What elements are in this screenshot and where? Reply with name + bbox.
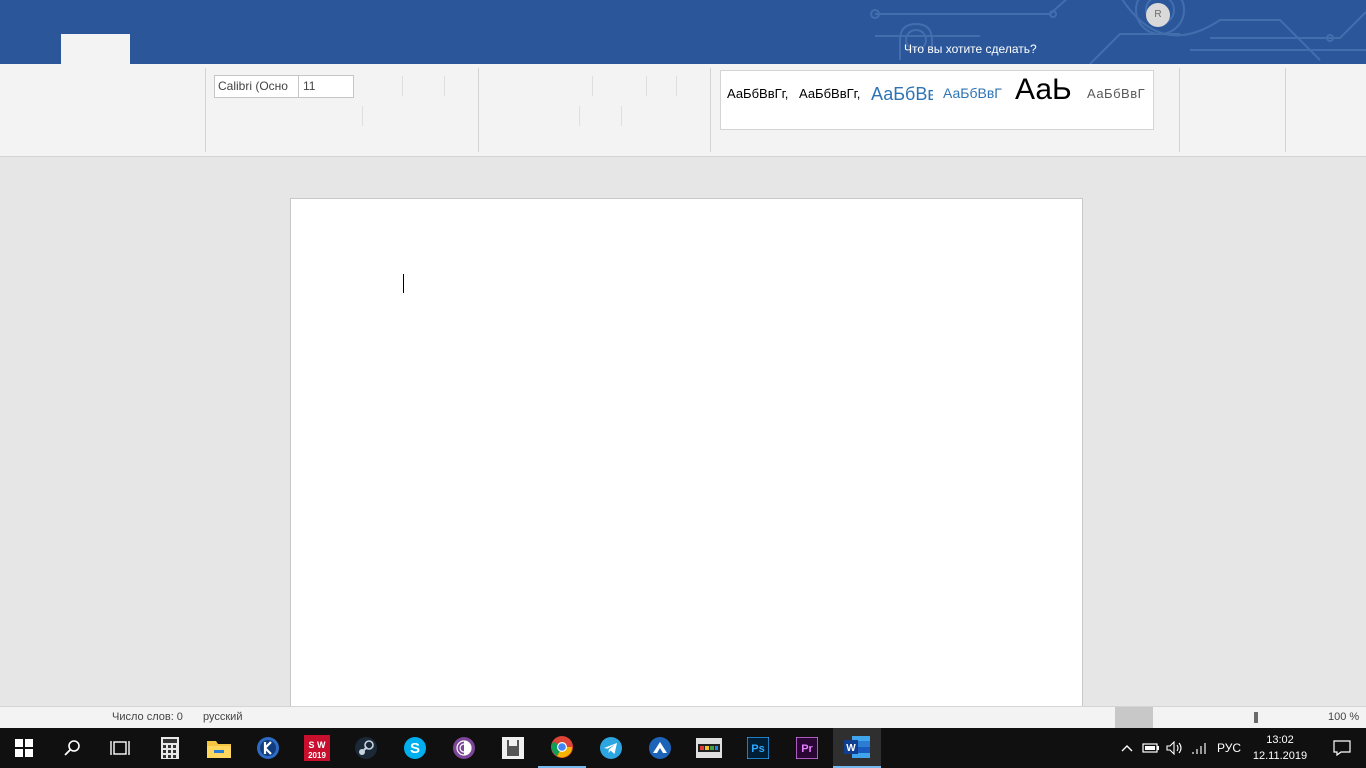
calculator-icon bbox=[161, 737, 179, 759]
taskbar-app-generic[interactable] bbox=[636, 728, 684, 768]
taskbar: S W 2019 S Ps Pr W РУС 13:02 12.11.2019 bbox=[0, 728, 1366, 768]
search-icon bbox=[64, 740, 80, 756]
taskbar-app-solidworks[interactable]: S W 2019 bbox=[293, 728, 341, 768]
kompas-icon bbox=[257, 737, 279, 759]
battery-charging-icon bbox=[1142, 743, 1159, 753]
style-title[interactable]: АаЬ bbox=[1015, 71, 1075, 129]
taskbar-app-dvd[interactable] bbox=[685, 728, 733, 768]
steam-icon bbox=[355, 737, 377, 759]
taskbar-app-photoshop[interactable]: Ps bbox=[734, 728, 782, 768]
dvd-icon bbox=[696, 738, 722, 758]
word-count[interactable]: Число слов: 0 bbox=[112, 711, 183, 723]
style-no-spacing[interactable]: АаБбВвГг, bbox=[799, 71, 865, 129]
ribbon-minor-separator bbox=[402, 76, 403, 96]
status-bar: Число слов: 0 русский 100 % bbox=[0, 706, 1366, 728]
battery-button[interactable] bbox=[1140, 728, 1162, 768]
ribbon-minor-separator bbox=[621, 106, 622, 126]
styles-gallery: АаБбВвГг, АаБбВвГг, АаБбВв АаБбВвГ АаЬ А… bbox=[720, 70, 1154, 130]
document-page[interactable] bbox=[290, 198, 1083, 708]
taskbar-app-notes[interactable] bbox=[489, 728, 537, 768]
notes-icon bbox=[502, 737, 524, 759]
title-bar: Что вы хотите сделать? R bbox=[0, 0, 1366, 64]
taskbar-app-telegram[interactable] bbox=[587, 728, 635, 768]
ribbon-minor-separator bbox=[579, 106, 580, 126]
word-icon: W bbox=[844, 736, 870, 758]
show-hidden-icons-button[interactable] bbox=[1116, 728, 1138, 768]
tor-icon bbox=[453, 737, 475, 759]
taskbar-app-kompas[interactable] bbox=[244, 728, 292, 768]
app-icon bbox=[649, 737, 671, 759]
task-view-icon bbox=[110, 741, 130, 755]
ribbon-minor-separator bbox=[362, 106, 363, 126]
start-button[interactable] bbox=[0, 728, 48, 768]
ribbon-group-separator bbox=[710, 68, 711, 152]
ribbon-minor-separator bbox=[592, 76, 593, 96]
user-avatar[interactable]: R bbox=[1146, 3, 1170, 27]
proofing-language[interactable]: русский bbox=[203, 711, 242, 723]
font-name-combobox[interactable]: Calibri (Осно bbox=[214, 75, 299, 98]
tell-me-search[interactable]: Что вы хотите сделать? bbox=[904, 41, 1037, 57]
file-explorer-icon bbox=[207, 741, 231, 758]
volume-button[interactable] bbox=[1164, 728, 1186, 768]
notification-icon bbox=[1333, 740, 1351, 756]
taskbar-app-steam[interactable] bbox=[342, 728, 390, 768]
taskbar-app-file-explorer[interactable] bbox=[195, 728, 243, 768]
premiere-icon: Pr bbox=[796, 737, 818, 759]
chevron-up-icon bbox=[1121, 745, 1133, 752]
network-button[interactable] bbox=[1188, 728, 1212, 768]
view-mode-button[interactable] bbox=[1115, 707, 1153, 728]
ribbon-minor-separator bbox=[676, 76, 677, 96]
taskbar-app-premiere[interactable]: Pr bbox=[783, 728, 831, 768]
taskbar-app-word[interactable]: W bbox=[833, 728, 881, 768]
ribbon: Calibri (Осно 11 АаБбВвГг, АаБбВвГг, АаБ… bbox=[0, 64, 1366, 157]
font-size-combobox[interactable]: 11 bbox=[298, 75, 354, 98]
zoom-level[interactable]: 100 % bbox=[1328, 711, 1359, 723]
solidworks-icon: S W 2019 bbox=[304, 735, 330, 761]
ribbon-group-separator bbox=[1179, 68, 1180, 152]
solidworks-year: 2019 bbox=[308, 751, 326, 760]
style-normal[interactable]: АаБбВвГг, bbox=[727, 71, 793, 129]
skype-icon: S bbox=[404, 737, 426, 759]
tab-home[interactable] bbox=[61, 34, 130, 64]
clock-date: 12.11.2019 bbox=[1252, 750, 1308, 762]
style-heading-1[interactable]: АаБбВв bbox=[871, 71, 933, 129]
clock[interactable]: 13:02 12.11.2019 bbox=[1249, 732, 1311, 764]
solidworks-label: S W bbox=[309, 740, 327, 750]
style-heading-2[interactable]: АаБбВвГ bbox=[943, 71, 1009, 129]
action-center-button[interactable] bbox=[1318, 728, 1366, 768]
chrome-icon bbox=[551, 736, 573, 758]
word-label: W bbox=[846, 743, 856, 754]
skype-label: S bbox=[410, 740, 420, 757]
ribbon-minor-separator bbox=[444, 76, 445, 96]
photoshop-icon: Ps bbox=[747, 737, 769, 759]
ribbon-minor-separator bbox=[646, 76, 647, 96]
photoshop-label: Ps bbox=[751, 743, 764, 755]
ribbon-group-separator bbox=[1285, 68, 1286, 152]
taskbar-app-tor[interactable] bbox=[440, 728, 488, 768]
input-language-button[interactable]: РУС bbox=[1212, 728, 1246, 768]
taskbar-app-skype[interactable]: S bbox=[391, 728, 439, 768]
windows-logo-icon bbox=[15, 739, 33, 757]
clock-time: 13:02 bbox=[1266, 734, 1294, 746]
telegram-icon bbox=[600, 737, 622, 759]
search-button[interactable] bbox=[48, 728, 96, 768]
text-cursor bbox=[403, 274, 404, 293]
speaker-icon bbox=[1166, 741, 1182, 755]
wifi-icon bbox=[1192, 743, 1206, 754]
premiere-label: Pr bbox=[801, 743, 813, 755]
task-view-button[interactable] bbox=[96, 728, 144, 768]
taskbar-app-chrome[interactable] bbox=[538, 728, 586, 768]
zoom-slider-thumb[interactable] bbox=[1254, 712, 1258, 723]
ribbon-group-separator bbox=[478, 68, 479, 152]
ribbon-group-separator bbox=[205, 68, 206, 152]
style-subtitle[interactable]: АаБбВвГ bbox=[1087, 71, 1153, 129]
taskbar-app-calculator[interactable] bbox=[146, 728, 194, 768]
